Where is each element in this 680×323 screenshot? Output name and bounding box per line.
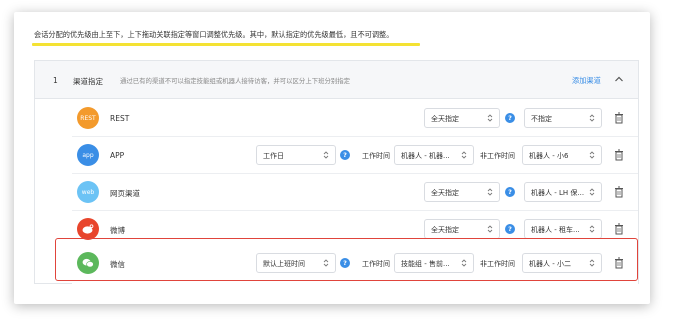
work-time-label: 工作时间 [362,152,390,160]
weibo-glyph-icon [82,224,94,234]
help-icon[interactable]: ? [340,150,350,160]
channel-row-rest[interactable]: REST REST 全天指定 ? 不指定 [72,100,638,137]
select-arrows-icon [589,114,595,122]
panel-index: 1 [53,76,58,85]
rest-icon: REST [77,107,99,129]
select-arrows-icon [589,151,595,159]
app-icon: app [77,144,99,166]
assign-target-select[interactable]: 机器人 - LH 保... [524,182,602,202]
channel-name: 微博 [110,226,125,235]
panel-description: 通过已有的渠道不可以指定技能组或机器人接待访客，并可以区分上下班分别指定 [120,77,351,85]
help-icon[interactable]: ? [505,224,515,234]
select-arrows-icon [589,225,595,233]
channel-row-app[interactable]: app APP 工作日 ? 工作时间 机器人 - 机器... 非工作时间 机器人… [72,137,638,174]
help-icon[interactable]: ? [505,187,515,197]
select-arrows-icon [487,114,493,122]
channel-config-card: 会话分配的优先级由上至下，上下拖动关联指定等窗口调整优先级。其中，默认指定的优先… [14,12,650,304]
select-arrows-icon [487,188,493,196]
chevron-up-icon[interactable] [614,74,624,84]
channel-row-web[interactable]: web 网页渠道 全天指定 ? 机器人 - LH 保... [72,174,638,211]
non-work-time-select[interactable]: 机器人 - 小6 [522,145,602,165]
channel-name: APP [110,151,125,160]
assign-target-select[interactable]: 不指定 [524,108,602,128]
web-icon: web [77,181,99,203]
select-arrows-icon [461,151,467,159]
help-icon[interactable]: ? [505,113,515,123]
assign-mode-select[interactable]: 全天指定 [424,108,500,128]
assign-target-select[interactable]: 机器人 - 租车... [524,219,602,239]
trash-icon[interactable] [614,223,624,235]
assign-mode-select[interactable]: 全天指定 [424,219,500,239]
work-time-select[interactable]: 机器人 - 机器... [394,145,474,165]
panel-title: 渠道指定 [73,77,103,86]
notice-highlight-underline [32,43,420,46]
non-work-time-label: 非工作时间 [480,152,515,160]
weibo-icon [77,218,99,240]
channel-name: 网页渠道 [110,189,140,198]
trash-icon[interactable] [614,186,624,198]
panel-header: 1 渠道指定 通过已有的渠道不可以指定技能组或机器人接待访客，并可以区分上下班分… [35,61,638,99]
trash-icon[interactable] [614,112,624,124]
select-arrows-icon [487,225,493,233]
schedule-select[interactable]: 工作日 [256,145,336,165]
priority-notice: 会话分配的优先级由上至下，上下拖动关联指定等窗口调整优先级。其中，默认指定的优先… [34,30,394,39]
select-arrows-icon [589,188,595,196]
select-arrows-icon [323,151,329,159]
channel-name: REST [110,114,130,123]
add-channel-link[interactable]: 添加渠道 [572,76,601,86]
trash-icon[interactable] [614,149,624,161]
assign-mode-select[interactable]: 全天指定 [424,182,500,202]
wechat-row-highlight-box [55,238,638,281]
